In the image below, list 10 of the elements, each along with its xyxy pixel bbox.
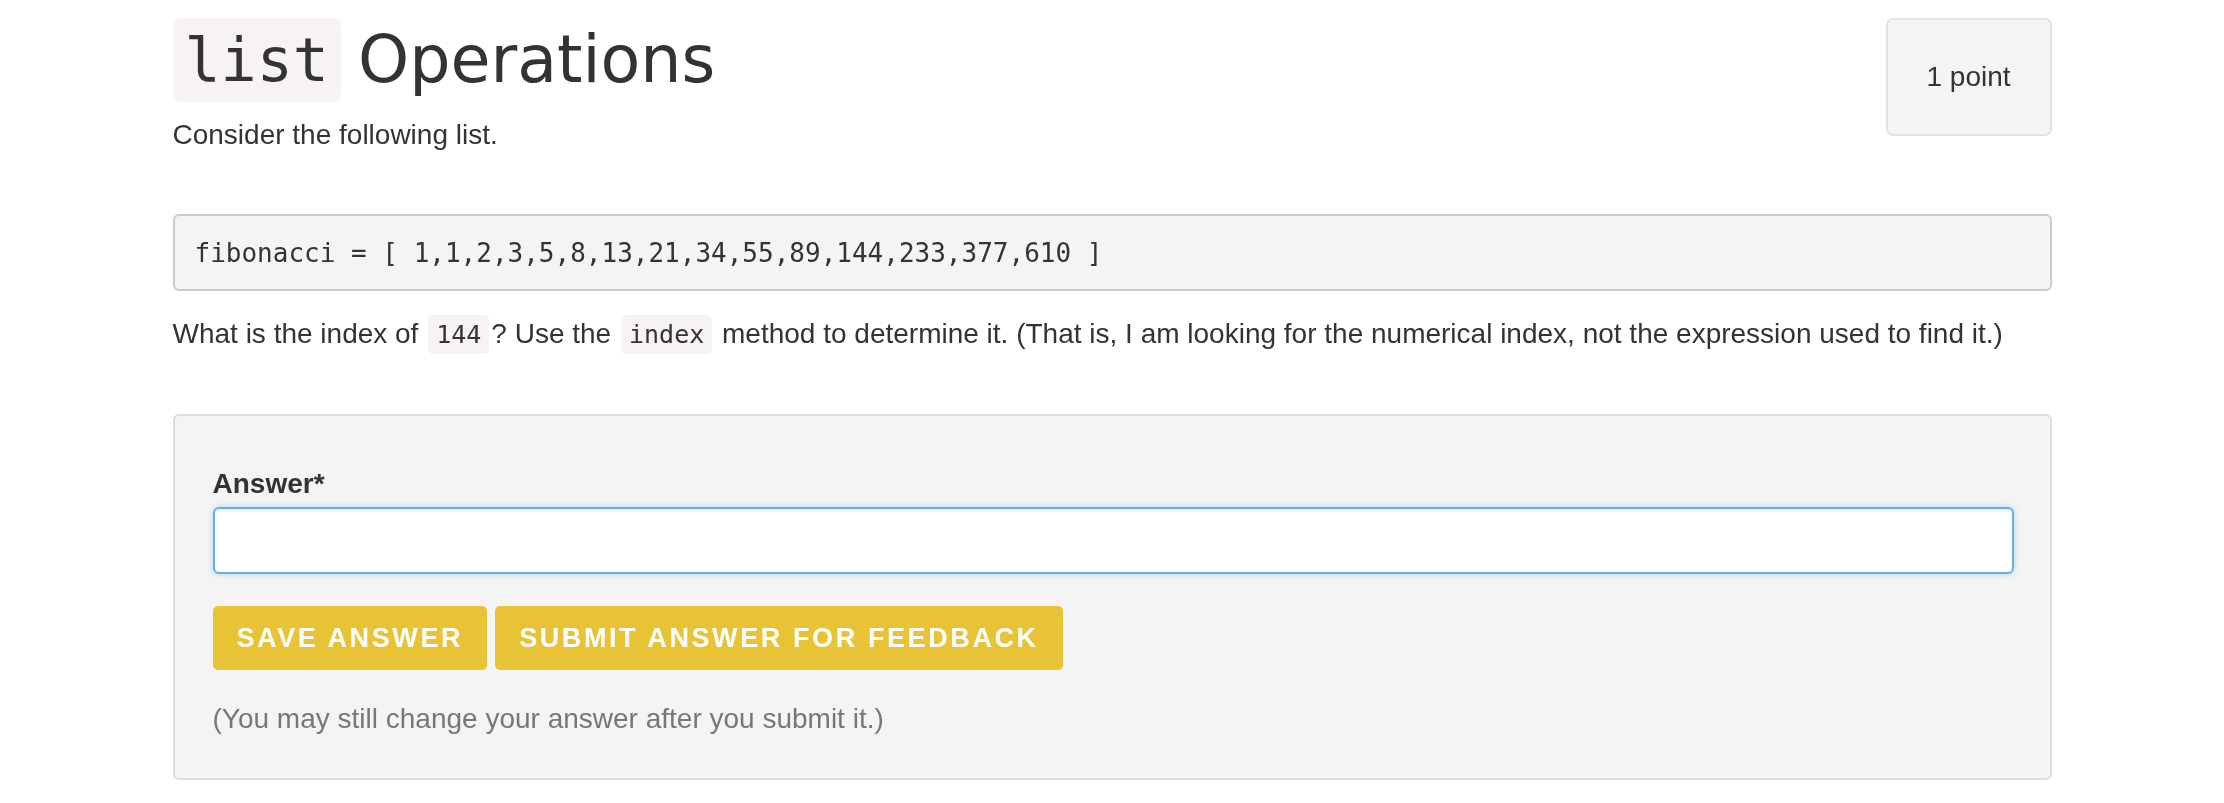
answer-input[interactable]	[212, 507, 2014, 574]
points-badge: 1 point	[1885, 18, 2052, 136]
submit-answer-button[interactable]: SUBMIT ANSWER FOR FEEDBACK	[495, 606, 1063, 670]
page-title: list Operations	[172, 18, 716, 102]
question-text: What is the index of 144 ? Use the index method to determine it. (That is, I am looking for the numerical index, not the expression used to find it.)	[172, 311, 2052, 358]
answer-label: Answer*	[212, 468, 325, 500]
code-block: fibonacci = [ 1,1,2,3,5,8,13,21,34,55,89,144,233,377,610 ]	[172, 214, 2052, 291]
save-answer-button[interactable]: SAVE ANSWER	[212, 606, 488, 670]
intro-text: Consider the following list.	[172, 118, 498, 152]
answer-note: (You may still change your answer after you submit it.)	[212, 702, 884, 736]
